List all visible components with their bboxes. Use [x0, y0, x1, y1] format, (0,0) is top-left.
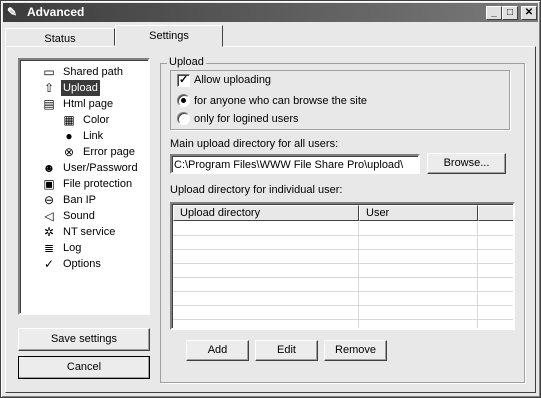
tree-item-label: Sound — [63, 210, 95, 222]
remove-button[interactable]: Remove — [324, 340, 387, 361]
tree-item-label: Link — [83, 130, 104, 142]
lock-icon: ▣ — [43, 177, 55, 191]
settings-tree[interactable]: ▭ Shared path ⇧ Upload ▤ Html page ▦ Col… — [18, 58, 150, 315]
tree-item-label: Options — [63, 258, 101, 270]
add-button[interactable]: Add — [186, 340, 249, 361]
ban-icon: ⊖ — [43, 193, 55, 207]
checkmark-icon: ✓ — [43, 257, 55, 271]
anyone-radio-label[interactable]: for anyone who can browse the site — [194, 95, 367, 108]
column-header-user[interactable]: User — [359, 205, 478, 221]
error-icon: ⊗ — [63, 145, 75, 159]
color-icon: ▦ — [63, 113, 75, 127]
grid-divider — [477, 222, 478, 328]
table-row[interactable] — [173, 292, 513, 306]
column-header-blank[interactable] — [478, 205, 513, 221]
speaker-icon: ◁ — [44, 209, 54, 223]
browse-button[interactable]: Browse... — [427, 153, 506, 174]
minimize-button[interactable]: _ — [486, 6, 502, 20]
tree-item-label: Html page — [63, 98, 114, 110]
tree-item-label: Color — [83, 114, 110, 126]
column-header-upload-directory[interactable]: Upload directory — [173, 205, 359, 221]
service-gear-icon: ✲ — [43, 225, 55, 239]
tree-item-label: Shared path — [63, 66, 123, 78]
individual-dir-label: Upload directory for individual user: — [170, 184, 343, 196]
logined-users-radio[interactable] — [177, 112, 190, 125]
anyone-radio[interactable] — [177, 94, 190, 107]
tree-item-label: Upload — [61, 80, 100, 96]
logined-users-radio-label[interactable]: only for logined users — [194, 113, 299, 126]
advanced-window: ✎ Advanced _ □ ✕ Status Settings ▭ Share… — [0, 0, 541, 398]
folder-icon: ▭ — [43, 65, 55, 79]
save-settings-button[interactable]: Save settings — [18, 328, 150, 351]
upload-arrow-icon: ⇧ — [43, 81, 55, 95]
grid-divider — [358, 222, 359, 328]
maximize-button[interactable]: □ — [502, 6, 518, 20]
upload-group-label: Upload — [167, 56, 206, 68]
html-page-icon: ▤ — [43, 97, 55, 111]
tab-settings[interactable]: Settings — [115, 25, 223, 47]
table-row[interactable] — [173, 222, 513, 236]
tab-status[interactable]: Status — [5, 28, 115, 46]
tree-item-label: Error page — [83, 146, 135, 158]
main-dir-label: Main upload directory for all users: — [170, 138, 339, 150]
checkmark-icon: ✓ — [179, 74, 189, 86]
table-row[interactable] — [173, 236, 513, 250]
user-icon: ☻ — [42, 161, 56, 175]
app-icon: ✎ — [7, 5, 18, 19]
user-dir-list[interactable]: Upload directory User — [170, 202, 515, 330]
main-dir-input[interactable]: C:\Program Files\WWW File Share Pro\uplo… — [170, 154, 420, 174]
tree-item-label: Log — [63, 242, 82, 254]
tree-item-label: File protection — [63, 178, 133, 190]
tree-item-label: User/Password — [63, 162, 138, 174]
cancel-button[interactable]: Cancel — [18, 356, 150, 379]
close-button[interactable]: ✕ — [521, 6, 537, 20]
radio-dot-icon — [181, 98, 186, 103]
allow-uploading-checkbox[interactable]: ✓ — [177, 74, 190, 87]
tree-item-label: NT service — [63, 226, 116, 238]
table-row[interactable] — [173, 278, 513, 292]
edit-button[interactable]: Edit — [255, 340, 318, 361]
title-bar[interactable]: ✎ Advanced _ □ ✕ — [3, 3, 538, 22]
table-row[interactable] — [173, 250, 513, 264]
tree-item-label: Ban IP — [63, 194, 97, 206]
table-row[interactable] — [173, 306, 513, 320]
allow-uploading-label[interactable]: Allow uploading — [194, 74, 271, 87]
window-title: Advanced — [27, 5, 85, 19]
table-row[interactable] — [173, 264, 513, 278]
log-icon: ≣ — [43, 241, 55, 255]
link-icon: ● — [65, 129, 73, 143]
